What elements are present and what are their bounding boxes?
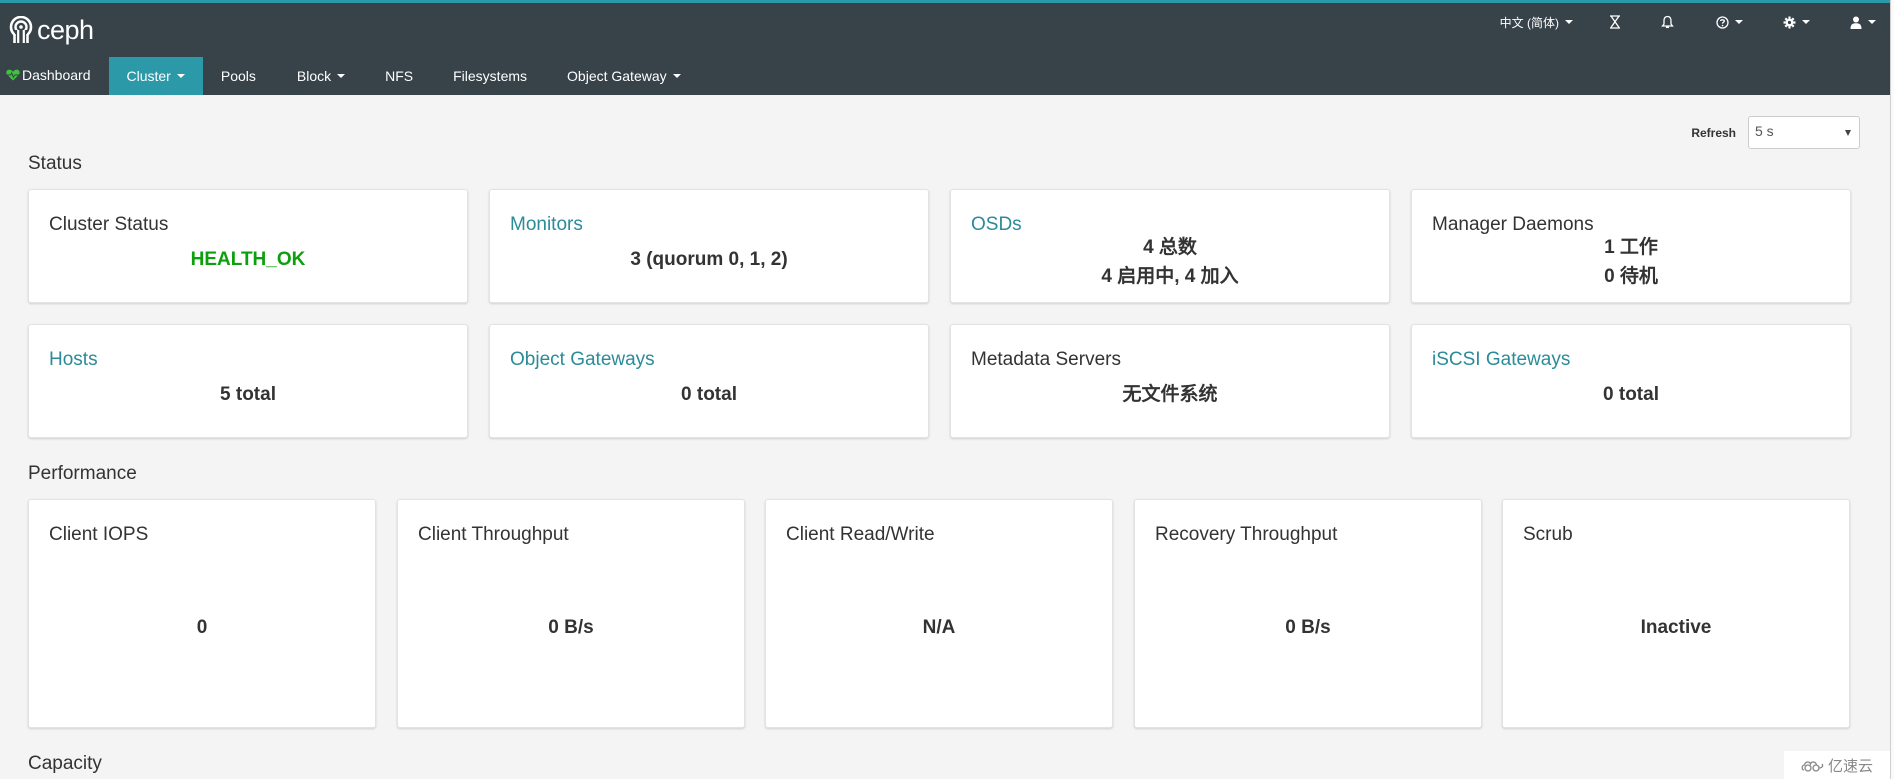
notifications-button[interactable] [1661, 15, 1674, 29]
card-cluster-status: Cluster Status HEALTH_OK [28, 189, 468, 303]
card-iscsi-gateways: iSCSI Gateways 0 total [1411, 324, 1851, 438]
caret-down-icon [1802, 20, 1810, 24]
nav-tab-cluster[interactable]: Cluster [108, 57, 203, 95]
watermark-text: 亿速云 [1827, 757, 1873, 775]
caret-down-icon [1735, 20, 1743, 24]
nav-tab-label: Pools [220, 68, 256, 84]
card-title: Metadata Servers [971, 349, 1121, 370]
hourglass-icon [1610, 15, 1620, 29]
caret-down-icon [1565, 20, 1573, 24]
language-label: 中文 (简体) [1499, 15, 1559, 30]
nav-tab-label: Filesystems [453, 68, 528, 84]
scrub-value: Inactive [1640, 617, 1712, 638]
iscsi-gateways-value: 0 total [1603, 384, 1659, 405]
object-gateways-link[interactable]: Object Gateways [510, 349, 655, 371]
cloud-logo-icon [1801, 761, 1824, 772]
client-read-write-value: N/A [922, 617, 956, 638]
managers-active: 1 工作 [1604, 237, 1658, 258]
recovery-throughput-value: 0 B/s [1285, 617, 1331, 638]
managers-standby: 0 待机 [1604, 266, 1658, 287]
main-nav: Dashboard Cluster Pools Block NFS Filesy… [0, 57, 701, 95]
nav-tab-label: Block [296, 68, 332, 84]
health-status-value: HEALTH_OK [190, 249, 306, 270]
hosts-link[interactable]: Hosts [49, 349, 98, 371]
client-throughput-value: 0 B/s [548, 617, 594, 638]
card-hosts: Hosts 5 total [28, 324, 468, 438]
card-manager-daemons: Manager Daemons 1 工作 0 待机 [1411, 189, 1851, 303]
monitors-value: 3 (quorum 0, 1, 2) [630, 249, 788, 270]
section-title-capacity: Capacity [28, 753, 102, 774]
section-title-status: Status [28, 153, 82, 174]
gear-icon [1783, 16, 1796, 28]
language-selector[interactable]: 中文 (简体) [1500, 14, 1573, 31]
settings-menu[interactable] [1783, 16, 1810, 29]
refresh-control: Refresh 5 s [1691, 116, 1860, 149]
card-scrub: Scrub Inactive [1502, 499, 1850, 728]
help-menu[interactable] [1716, 15, 1743, 29]
card-osds: OSDs 4 总数 4 启用中, 4 加入 [950, 189, 1390, 303]
object-gateways-value: 0 total [681, 384, 737, 405]
refresh-interval-value: 5 s [1755, 123, 1774, 139]
nav-tab-label: Cluster [126, 68, 171, 84]
nav-tab-pools[interactable]: Pools [203, 57, 276, 95]
card-title: Client IOPS [49, 524, 149, 545]
card-client-iops: Client IOPS 0 [28, 499, 376, 728]
hosts-value: 5 total [220, 384, 276, 405]
client-iops-value: 0 [196, 617, 208, 638]
card-title: Client Read/Write [786, 524, 935, 545]
caret-down-icon [176, 74, 185, 78]
question-circle-icon [1716, 15, 1729, 29]
card-title: Cluster Status [49, 214, 169, 235]
nav-tab-nfs[interactable]: NFS [365, 57, 433, 95]
nav-tab-object-gateway[interactable]: Object Gateway [547, 57, 701, 95]
metadata-servers-value: 无文件系统 [1122, 384, 1218, 405]
card-title: Recovery Throughput [1155, 524, 1338, 545]
card-object-gateways: Object Gateways 0 total [489, 324, 929, 438]
manager-daemons-value: 1 工作 0 待机 [1412, 233, 1850, 291]
card-client-read-write: Client Read/Write N/A [765, 499, 1113, 728]
bell-icon [1661, 15, 1674, 29]
top-navbar: ceph 中文 (简体) Dashboard Cluster Pools Blo… [0, 0, 1890, 95]
card-metadata-servers: Metadata Servers 无文件系统 [950, 324, 1390, 438]
caret-down-icon [672, 74, 681, 78]
card-title: Client Throughput [418, 524, 569, 545]
user-menu[interactable] [1850, 16, 1876, 29]
section-title-performance: Performance [28, 463, 137, 484]
refresh-interval-select[interactable]: 5 s [1748, 116, 1860, 149]
iscsi-gateways-link[interactable]: iSCSI Gateways [1432, 349, 1570, 371]
vertical-scrollbar[interactable] [1890, 0, 1894, 779]
ceph-logo-icon [9, 16, 33, 44]
card-title: Scrub [1523, 524, 1573, 545]
nav-tab-label: Dashboard [22, 66, 91, 83]
heartbeat-icon [6, 69, 20, 80]
caret-down-icon [1868, 20, 1876, 24]
monitors-link[interactable]: Monitors [510, 214, 583, 236]
nav-tab-filesystems[interactable]: Filesystems [433, 57, 547, 95]
nav-tab-block[interactable]: Block [276, 57, 365, 95]
osds-value: 4 总数 4 启用中, 4 加入 [951, 233, 1389, 291]
card-monitors: Monitors 3 (quorum 0, 1, 2) [489, 189, 929, 303]
nav-tab-label: NFS [385, 68, 414, 84]
refresh-label: Refresh [1691, 125, 1736, 140]
brand-name: ceph [37, 15, 94, 45]
card-recovery-throughput: Recovery Throughput 0 B/s [1134, 499, 1482, 728]
navbar-utilities: 中文 (简体) [1500, 10, 1876, 34]
osds-up-in: 4 启用中, 4 加入 [1101, 266, 1239, 287]
user-icon [1850, 16, 1862, 29]
osds-total: 4 总数 [1143, 237, 1197, 258]
nav-tab-dashboard[interactable]: Dashboard [0, 57, 109, 95]
nav-tab-label: Object Gateway [567, 68, 667, 84]
caret-down-icon [1845, 130, 1851, 136]
caret-down-icon [337, 74, 346, 78]
watermark: 亿速云 [1784, 751, 1890, 779]
task-manager-button[interactable] [1609, 15, 1621, 29]
card-client-throughput: Client Throughput 0 B/s [397, 499, 745, 728]
brand-logo[interactable]: ceph [8, 15, 94, 45]
